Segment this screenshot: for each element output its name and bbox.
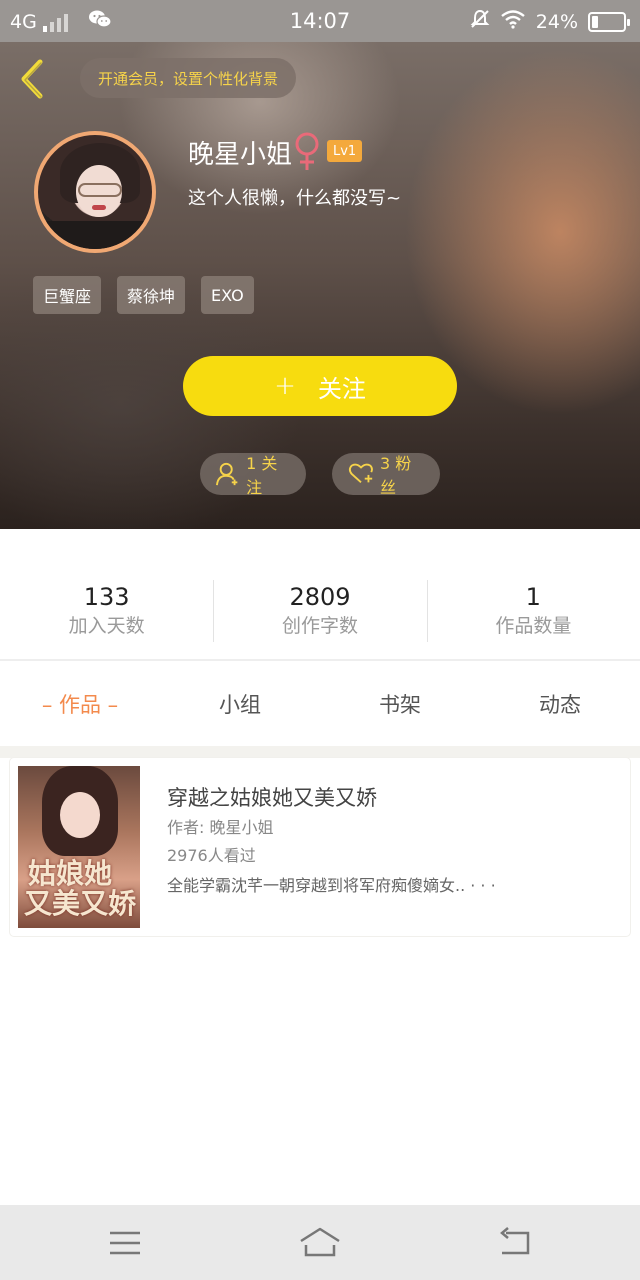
battery-icon — [588, 11, 630, 32]
book-cover[interactable]: 姑娘她 又美又娇 — [18, 766, 140, 928]
book-views: 2976人看过 — [167, 846, 256, 865]
fans-button[interactable]: 3 粉丝 — [332, 453, 440, 497]
interest-tags: 巨蟹座 蔡徐坤 EXO — [33, 276, 254, 314]
bio: 这个人很懒，什么都没写~ — [188, 188, 402, 209]
divider — [0, 659, 640, 661]
stat-join-days: 133 加入天数 — [0, 578, 213, 646]
profile-header: 开通会员，设置个性化背景 晚星小姐 Lv1 这个人很懒，什么都没写~ 巨蟹座 蔡… — [0, 42, 640, 529]
status-bar: 4G 14:07 24% — [0, 0, 640, 42]
plus-icon: + — [274, 371, 296, 401]
stat-label: 加入天数 — [68, 615, 145, 637]
follow-label: 关注 — [317, 374, 366, 403]
menu-icon — [110, 1231, 140, 1255]
stat-value: 1 — [525, 583, 541, 611]
stat-label: 作品数量 — [495, 615, 572, 637]
username: 晚星小姐 — [188, 140, 293, 170]
wifi-icon — [500, 9, 526, 34]
heart-plus-icon — [348, 463, 373, 484]
following-label: 1 关注 — [246, 454, 278, 497]
mute-icon — [470, 9, 490, 34]
stat-word-count: 2809 创作字数 — [213, 578, 426, 646]
home-button[interactable] — [298, 1223, 342, 1263]
following-button[interactable]: 1 关注 — [200, 453, 306, 497]
status-right: 24% — [470, 9, 630, 34]
tab-groups[interactable]: 小组 — [160, 684, 320, 726]
tag[interactable]: 巨蟹座 — [33, 276, 102, 314]
avatar[interactable] — [34, 131, 156, 253]
book-title[interactable]: 穿越之姑娘她又美又娇 — [167, 782, 377, 812]
back-arrow-icon — [21, 59, 43, 99]
tab-works[interactable]: – 作品 – — [0, 684, 160, 726]
menu-button[interactable] — [106, 1223, 146, 1263]
back-button[interactable] — [12, 56, 56, 102]
book-card[interactable]: 姑娘她 又美又娇 穿越之姑娘她又美又娇 作者: 晚星小姐 2976人看过 全能学… — [10, 758, 630, 936]
back-icon — [500, 1227, 530, 1255]
system-nav-bar — [0, 1205, 640, 1280]
cover-title-line2: 又美又娇 — [24, 887, 137, 920]
female-icon — [294, 132, 320, 176]
home-icon — [300, 1227, 340, 1257]
back-nav-button[interactable] — [496, 1223, 536, 1263]
tab-activity[interactable]: 动态 — [480, 684, 640, 726]
fans-label: 3 粉丝 — [380, 454, 412, 497]
stats-row: 133 加入天数 2809 创作字数 1 作品数量 — [0, 578, 640, 646]
stat-label: 创作字数 — [281, 615, 358, 637]
battery-percent: 24% — [535, 10, 578, 33]
tag[interactable]: EXO — [201, 276, 254, 314]
book-author: 作者: 晚星小姐 — [167, 818, 274, 837]
level-badge: Lv1 — [327, 140, 363, 162]
profile-tabs: – 作品 – 小组 书架 动态 — [0, 684, 640, 726]
content-separator — [0, 746, 640, 758]
follow-button[interactable]: + 关注 — [183, 356, 457, 416]
stat-value: 2809 — [289, 583, 351, 611]
stat-value: 133 — [83, 583, 130, 611]
add-user-icon — [216, 462, 238, 486]
tab-bookshelf[interactable]: 书架 — [320, 684, 480, 726]
vip-background-prompt[interactable]: 开通会员，设置个性化背景 — [80, 58, 297, 98]
book-description: 全能学霸沈芊一朝穿越到将军府痴傻嫡女.. · · · — [167, 876, 496, 895]
stat-works-count: 1 作品数量 — [426, 578, 640, 646]
tag[interactable]: 蔡徐坤 — [117, 276, 186, 314]
